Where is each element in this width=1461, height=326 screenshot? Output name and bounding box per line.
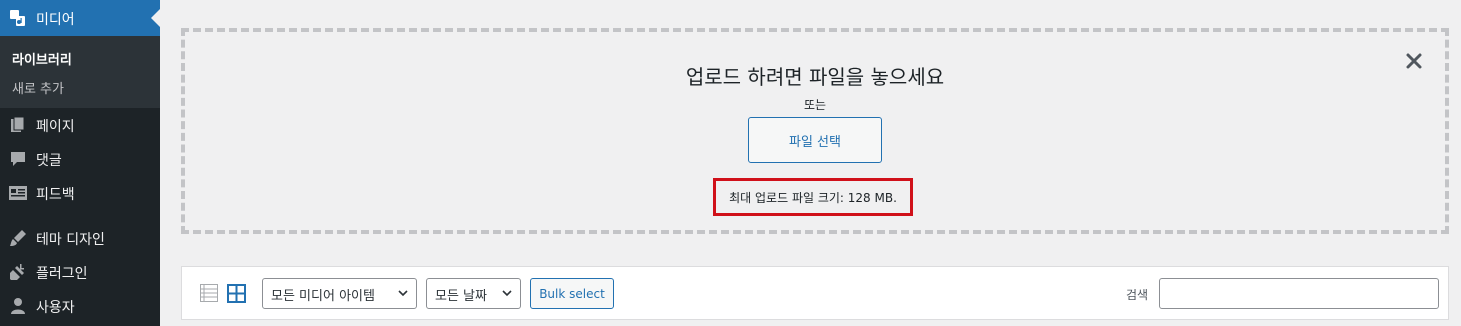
- media-type-filter[interactable]: 모든 미디어 아이템: [262, 278, 417, 309]
- menu-item-label: 사용자: [36, 300, 75, 316]
- search-input[interactable]: [1159, 278, 1439, 309]
- plugin-icon: [10, 264, 24, 280]
- media-icon: [10, 10, 25, 26]
- select-files-button[interactable]: 파일 선택: [748, 117, 882, 163]
- submenu-item-add-new[interactable]: 새로 추가: [12, 78, 64, 97]
- comments-icon: [11, 152, 25, 166]
- chevron-down-icon: [502, 290, 512, 297]
- menu-item-users[interactable]: 사용자: [0, 289, 160, 323]
- menu-item-pages[interactable]: 페이지: [0, 108, 160, 142]
- menu-item-label: 테마 디자인: [36, 232, 105, 248]
- submenu-item-library[interactable]: 라이브러리: [12, 49, 72, 68]
- menu-item-appearance[interactable]: 테마 디자인: [0, 221, 160, 255]
- list-view-icon[interactable]: [200, 284, 218, 302]
- grid-view-icon[interactable]: [227, 284, 246, 303]
- menu-item-media[interactable]: 미디어: [0, 0, 160, 36]
- current-menu-arrow: [151, 9, 160, 27]
- admin-sidebar: 미디어 라이브러리 새로 추가 페이지 댓글 피드백 테마 디자인 플러그인 사…: [0, 0, 160, 326]
- or-separator: 또는: [803, 98, 827, 112]
- menu-item-label: 피드백: [36, 187, 75, 203]
- media-submenu: 라이브러리 새로 추가: [0, 36, 160, 108]
- media-type-filter-value: 모든 미디어 아이템: [271, 289, 375, 304]
- brush-icon: [10, 230, 26, 246]
- date-filter-value: 모든 날짜: [435, 289, 487, 304]
- feedback-icon: [9, 186, 27, 200]
- bulk-select-button[interactable]: Bulk select: [530, 278, 614, 309]
- menu-item-label: 플러그인: [36, 266, 88, 282]
- users-icon: [11, 298, 25, 314]
- menu-item-label: 댓글: [36, 153, 62, 169]
- chevron-down-icon: [398, 290, 408, 297]
- media-toolbar: 모든 미디어 아이템 모든 날짜 Bulk select 검색: [181, 266, 1449, 320]
- menu-item-comments[interactable]: 댓글: [0, 142, 160, 176]
- upload-drop-zone[interactable]: 업로드 하려면 파일을 놓으세요 또는 파일 선택 최대 업로드 파일 크기: …: [181, 28, 1449, 234]
- pages-icon: [11, 116, 25, 132]
- menu-item-label: 미디어: [36, 12, 75, 28]
- menu-item-feedback[interactable]: 피드백: [0, 176, 160, 210]
- max-upload-size: 최대 업로드 파일 크기: 128 MB.: [713, 178, 913, 216]
- menu-item-label: 페이지: [36, 119, 75, 135]
- drop-instructions: 업로드 하려면 파일을 놓으세요: [685, 65, 945, 89]
- date-filter[interactable]: 모든 날짜: [426, 278, 521, 309]
- search-label: 검색: [1126, 288, 1149, 302]
- menu-item-plugins[interactable]: 플러그인: [0, 255, 160, 289]
